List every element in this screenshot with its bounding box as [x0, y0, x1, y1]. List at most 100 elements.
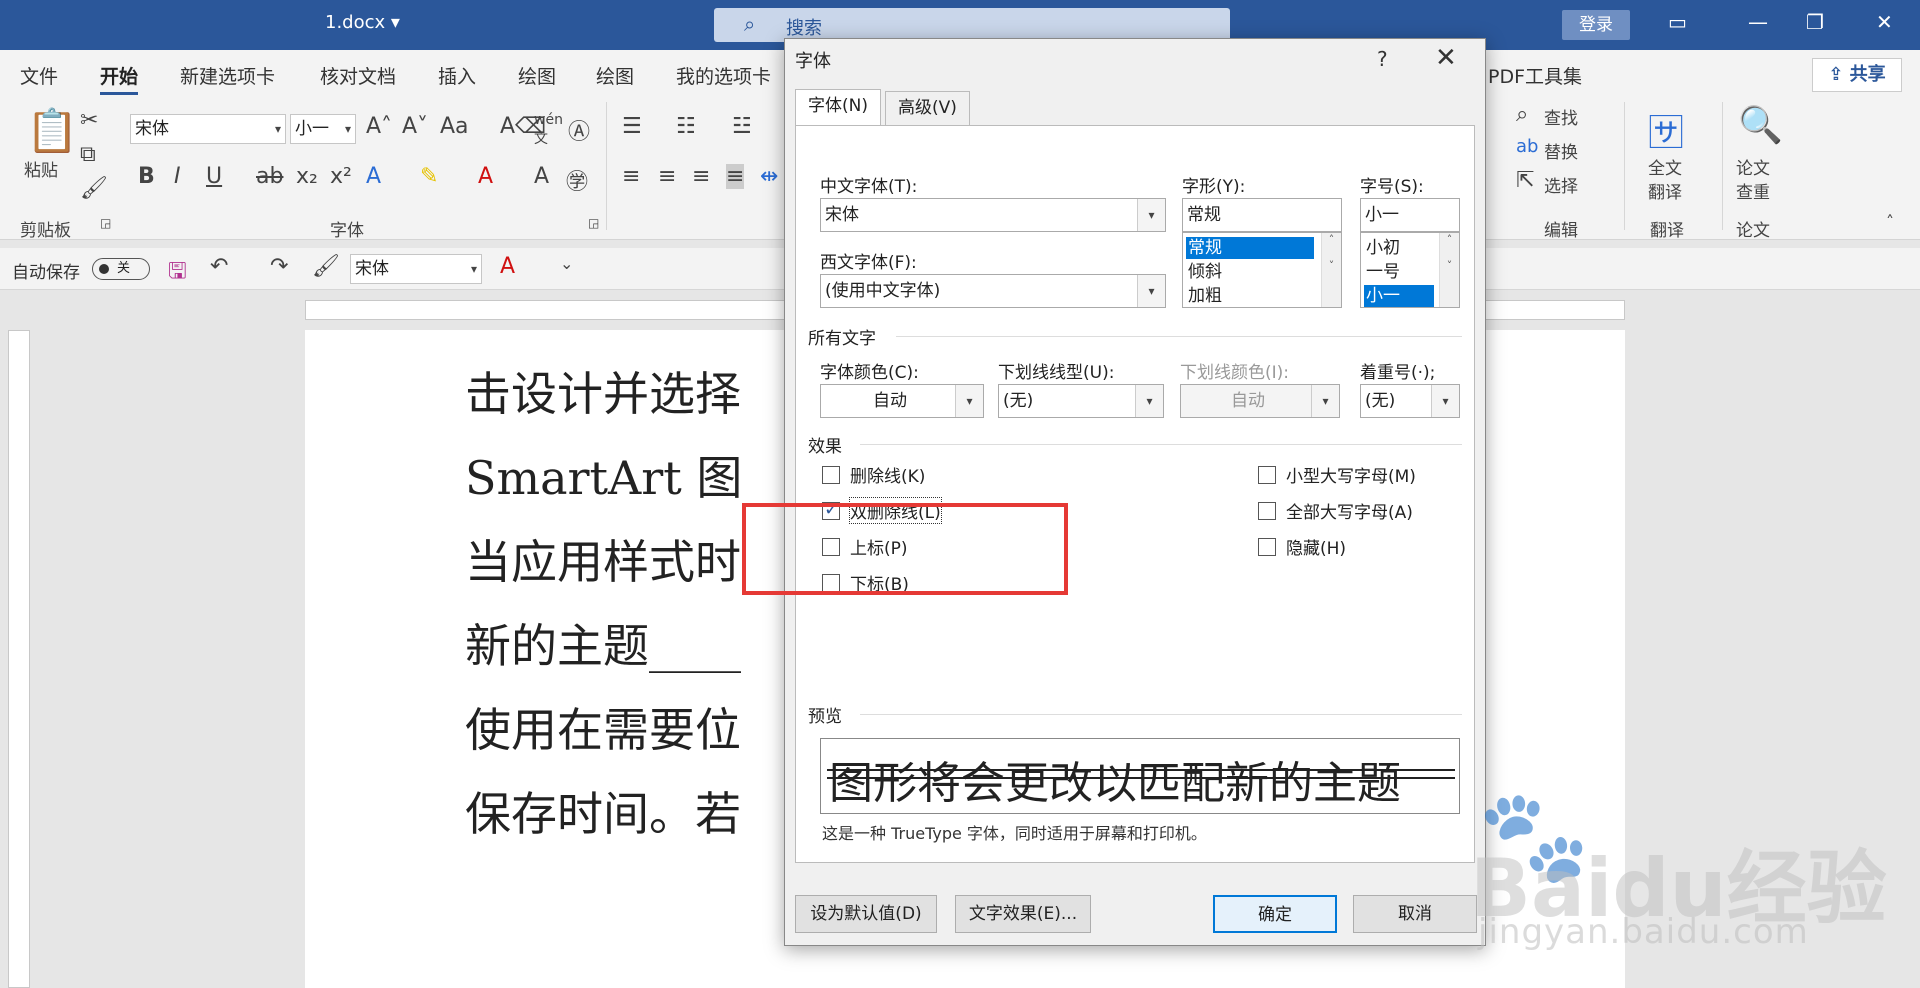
undo-icon[interactable]: ↶ [210, 254, 228, 279]
char-border-icon[interactable]: Ⓐ [568, 114, 590, 146]
replace-icon[interactable]: ab [1516, 136, 1538, 157]
strike-label[interactable]: 删除线(K) [850, 462, 925, 487]
translate-line2[interactable]: 翻译 [1648, 178, 1682, 203]
search-box[interactable]: ⌕ 搜索 [714, 8, 1230, 42]
doc-line[interactable]: 新的主题____ [465, 610, 741, 676]
chevron-down-icon[interactable]: ▾ [1135, 385, 1163, 417]
enclose-char-icon[interactable]: ㊫ [566, 164, 588, 196]
minimize-icon[interactable]: — [1748, 10, 1768, 34]
align-center-icon[interactable]: ≡ [658, 164, 676, 189]
style-option[interactable]: 加粗 [1186, 285, 1222, 307]
font-size-box[interactable]: 小一 ▾ [290, 114, 356, 144]
bold-icon[interactable]: B [138, 164, 155, 189]
tab-insert[interactable]: 插入 [438, 62, 476, 89]
paste-label[interactable]: 粘贴 [24, 156, 58, 181]
style-scrollbar[interactable]: ˄ ˅ [1321, 233, 1341, 307]
doc-line[interactable]: 保存时间。若 [465, 778, 741, 844]
select-icon[interactable]: ⇱ [1516, 168, 1534, 193]
doc-line[interactable]: 当应用样式时 [465, 526, 741, 592]
grow-font-icon[interactable]: A˄ [366, 114, 392, 139]
save-icon[interactable]: 🖫 [168, 254, 187, 292]
chevron-down-icon[interactable]: ▾ [955, 385, 983, 417]
tab-draw-2[interactable]: 绘图 [596, 62, 634, 89]
copy-icon[interactable]: ⧉ [80, 142, 96, 167]
font-color-combo[interactable]: 自动 ▾ [820, 384, 984, 418]
hidden-label[interactable]: 隐藏(H) [1286, 534, 1346, 559]
style-input[interactable]: 常规 [1182, 198, 1342, 232]
document-title[interactable]: 1.docx ▾ [325, 12, 400, 33]
font-color-icon[interactable]: A [500, 254, 515, 279]
tab-draw[interactable]: 绘图 [518, 62, 556, 89]
font-name-box[interactable]: 宋体 ▾ [130, 114, 286, 144]
underline-icon[interactable]: U [206, 164, 222, 189]
size-listbox[interactable]: 小初 一号 小一 ˄ ˅ [1360, 232, 1460, 308]
font-color-icon[interactable]: A [478, 164, 493, 189]
size-option[interactable]: 小一 [1364, 285, 1434, 307]
distributed-icon[interactable]: ⇹ [760, 164, 778, 189]
text-effects-button[interactable]: 文字效果(E)... [955, 895, 1091, 933]
size-option[interactable]: 小初 [1364, 237, 1400, 259]
autosave-toggle[interactable]: 关 [92, 258, 150, 280]
style-option[interactable]: 倾斜 [1186, 261, 1222, 283]
tab-review-doc[interactable]: 核对文档 [320, 62, 396, 89]
paper-check-icon[interactable]: 🔍 [1738, 104, 1783, 146]
login-button[interactable]: 登录 [1562, 10, 1630, 40]
collapse-ribbon-icon[interactable]: ˄ [1886, 212, 1894, 231]
replace-label[interactable]: 替换 [1544, 138, 1578, 163]
tab-my-tab[interactable]: 我的选项卡 [676, 62, 771, 89]
all-caps-checkbox[interactable] [1258, 502, 1276, 520]
text-effects-icon[interactable]: A [366, 164, 381, 189]
multilevel-list-icon[interactable]: ☳ [732, 114, 752, 139]
doc-line[interactable]: 击设计并选择 [465, 358, 741, 424]
format-painter-icon[interactable]: 🖌 [80, 176, 108, 201]
west-font-combo[interactable]: (使用中文字体) ▾ [820, 274, 1166, 308]
select-label[interactable]: 选择 [1544, 172, 1578, 197]
emphasis-combo[interactable]: (无) ▾ [1360, 384, 1460, 418]
style-listbox[interactable]: 常规 倾斜 加粗 ˄ ˅ [1182, 232, 1342, 308]
numbering-icon[interactable]: ☷ [676, 114, 696, 139]
share-button[interactable]: ⇪ 共享 [1812, 58, 1902, 92]
find-icon[interactable]: ⌕ [1516, 102, 1528, 127]
bullets-icon[interactable]: ☰ [622, 114, 642, 139]
tab-font[interactable]: 字体(N) [795, 89, 881, 125]
clipboard-launcher-icon[interactable]: ◲ [100, 216, 111, 230]
close-icon[interactable]: ✕ [1435, 43, 1457, 73]
help-button[interactable]: ? [1377, 47, 1388, 71]
chevron-down-icon[interactable]: ▾ [1137, 275, 1165, 307]
find-label[interactable]: 查找 [1544, 104, 1578, 129]
vertical-ruler[interactable] [8, 330, 30, 988]
chevron-down-icon[interactable]: ▾ [1431, 385, 1459, 417]
qat-font-box[interactable]: 宋体 ▾ [350, 254, 482, 284]
all-caps-label[interactable]: 全部大写字母(A) [1286, 498, 1413, 523]
cn-font-combo[interactable]: 宋体 ▾ [820, 198, 1166, 232]
customize-qat-icon[interactable]: ⌄ [560, 254, 573, 273]
doc-line[interactable]: 使用在需要位 [465, 694, 741, 760]
tab-new-tab[interactable]: 新建选项卡 [180, 62, 275, 89]
translate-line1[interactable]: 全文 [1648, 154, 1682, 179]
small-caps-checkbox[interactable] [1258, 466, 1276, 484]
align-right-icon[interactable]: ≡ [692, 164, 710, 189]
doc-line[interactable]: SmartArt 图 [465, 442, 742, 508]
close-window-icon[interactable]: ✕ [1876, 10, 1893, 34]
highlight-icon[interactable]: ✎ [420, 164, 438, 189]
strike-checkbox[interactable] [822, 466, 840, 484]
style-option[interactable]: 常规 [1186, 237, 1314, 259]
tab-home[interactable]: 开始 [100, 62, 139, 95]
char-shading-icon[interactable]: A [534, 164, 549, 189]
font-launcher-icon[interactable]: ◲ [588, 216, 599, 230]
chevron-down-icon[interactable]: ▾ [1137, 199, 1165, 231]
paper-line2[interactable]: 查重 [1736, 178, 1770, 203]
ribbon-display-icon[interactable]: ▭ [1668, 10, 1687, 34]
paper-line1[interactable]: 论文 [1736, 154, 1770, 179]
size-input[interactable]: 小一 [1360, 198, 1460, 232]
italic-icon[interactable]: I [174, 164, 181, 189]
format-painter-icon[interactable]: 🖌 [312, 254, 340, 279]
restore-icon[interactable]: ❐ [1806, 10, 1824, 34]
tab-pdf-tools[interactable]: PDF工具集 [1488, 62, 1582, 89]
superscript-icon[interactable]: x² [330, 164, 352, 189]
cancel-button[interactable]: 取消 [1353, 895, 1477, 933]
subscript-icon[interactable]: x₂ [296, 164, 318, 189]
paste-icon[interactable]: 📋 [26, 106, 78, 156]
underline-combo[interactable]: (无) ▾ [998, 384, 1164, 418]
redo-icon[interactable]: ↷ [270, 254, 288, 279]
